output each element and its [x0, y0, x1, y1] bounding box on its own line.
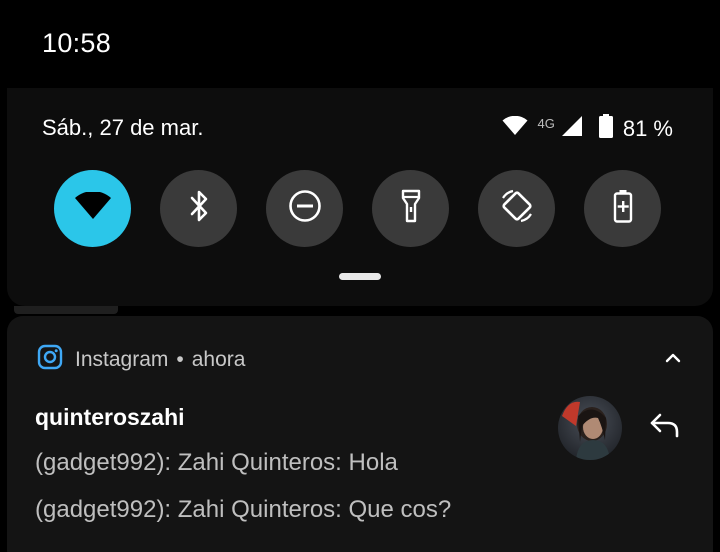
- message-line: (gadget992): Zahi Quinteros: Que cos?: [35, 496, 452, 523]
- battery-saver-tile[interactable]: [584, 170, 661, 247]
- network-type-label: 4G: [537, 116, 555, 131]
- quick-settings-tiles: [54, 170, 661, 247]
- notification-time: ahora: [191, 348, 246, 371]
- chevron-up-icon: [665, 350, 681, 367]
- notification-header: Instagram • ahora: [37, 344, 245, 376]
- app-name: Instagram: [75, 348, 169, 371]
- wifi-icon: [74, 191, 112, 225]
- reply-icon: [649, 413, 681, 442]
- auto-rotate-icon: [499, 188, 535, 229]
- battery-percent: 81 %: [622, 115, 673, 141]
- reply-button[interactable]: [649, 412, 681, 443]
- status-icons: 4G 81 %: [502, 114, 673, 143]
- background-sliver: [14, 306, 118, 314]
- notification-shade: 10:58 Sáb., 27 de mar. 4G 81 % Instagram…: [0, 0, 720, 552]
- cell-signal-icon: [561, 115, 583, 142]
- date-label[interactable]: Sáb., 27 de mar.: [42, 115, 203, 141]
- quick-settings-panel: Sáb., 27 de mar. 4G 81 %: [7, 88, 713, 306]
- drag-handle[interactable]: [339, 273, 381, 280]
- bluetooth-icon: [189, 189, 209, 228]
- battery-saver-icon: [613, 189, 633, 228]
- flashlight-tile[interactable]: [372, 170, 449, 247]
- instagram-icon: [37, 344, 63, 376]
- collapse-button[interactable]: [665, 350, 681, 368]
- do-not-disturb-tile[interactable]: [266, 170, 343, 247]
- wifi-signal-icon: [502, 115, 528, 141]
- auto-rotate-tile[interactable]: [478, 170, 555, 247]
- do-not-disturb-icon: [288, 189, 322, 228]
- bluetooth-tile[interactable]: [160, 170, 237, 247]
- wifi-tile[interactable]: [54, 170, 131, 247]
- clock: 10:58: [42, 28, 112, 58]
- instagram-notification[interactable]: Instagram • ahora quinteroszahi (gadget9…: [7, 316, 713, 552]
- battery-icon: [598, 114, 613, 143]
- header-separator: •: [176, 348, 184, 371]
- sender-name: quinteroszahi: [35, 404, 185, 430]
- avatar: [558, 396, 622, 460]
- flashlight-icon: [400, 189, 422, 228]
- message-line: (gadget992): Zahi Quinteros: Hola: [35, 449, 398, 476]
